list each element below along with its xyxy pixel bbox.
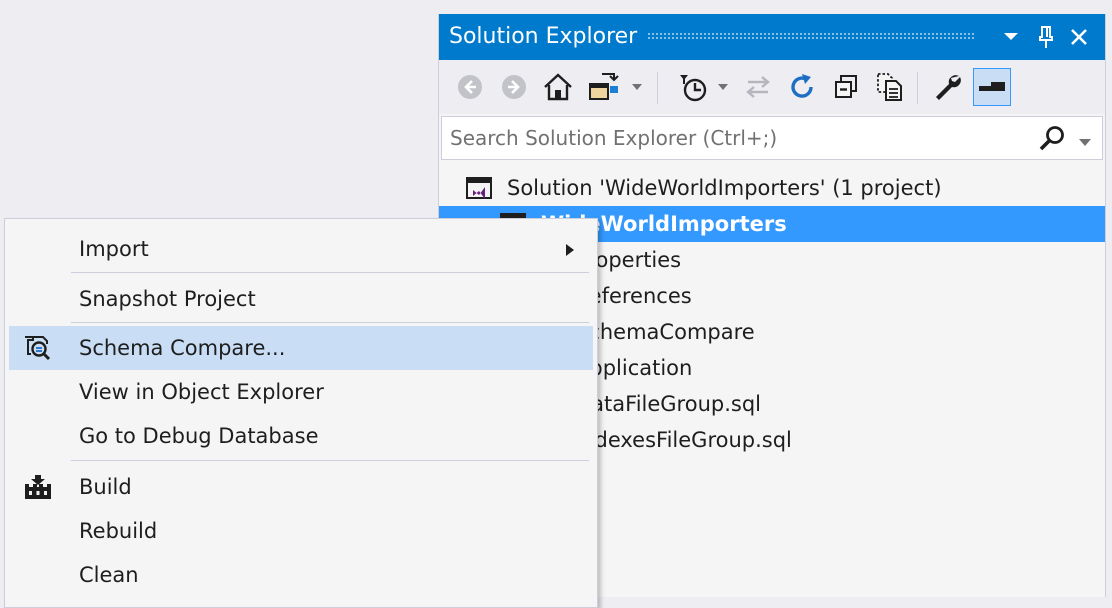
menu-item-label: Build <box>79 475 132 499</box>
schema-compare-icon <box>25 336 51 361</box>
back-arrow-icon <box>458 75 482 99</box>
menu-item-label: Snapshot Project <box>79 287 256 311</box>
close-icon <box>1071 29 1087 45</box>
toolbar-separator <box>917 72 918 104</box>
submenu-arrow-icon <box>566 244 574 256</box>
forward-button[interactable] <box>495 68 533 106</box>
menu-separator <box>71 460 589 461</box>
close-button[interactable] <box>1065 22 1093 52</box>
project-context-menu: Import Snapshot Project Schema Compare..… <box>4 218 598 608</box>
properties-button[interactable] <box>929 68 967 106</box>
dropdown-arrow-icon <box>632 84 642 90</box>
switch-views-button[interactable] <box>585 68 623 106</box>
menu-item-go-to-debug-database[interactable]: Go to Debug Database <box>9 414 593 458</box>
tree-item-label: DataFileGroup.sql <box>575 392 761 416</box>
tree-item-label: IndexesFileGroup.sql <box>575 428 792 452</box>
search-icon <box>1039 126 1064 151</box>
search-button[interactable] <box>1038 125 1066 153</box>
drag-grip[interactable] <box>647 32 975 40</box>
menu-item-view-in-object-explorer[interactable]: View in Object Explorer <box>9 370 593 414</box>
show-all-files-icon <box>877 73 902 101</box>
dropdown-arrow-icon <box>718 84 728 90</box>
preview-pane-icon <box>979 82 1005 91</box>
wrench-icon <box>936 75 961 100</box>
toolbar-separator <box>657 72 658 104</box>
solution-explorer-toolbar <box>439 60 1105 114</box>
window-position-button[interactable] <box>997 22 1025 52</box>
panel-title: Solution Explorer <box>449 24 638 49</box>
tree-item-label: SchemaCompare <box>575 320 755 344</box>
menu-item-schema-compare[interactable]: Schema Compare... <box>9 326 593 370</box>
search-box[interactable] <box>441 116 1103 160</box>
pending-changes-filter-button[interactable] <box>673 68 711 106</box>
home-icon <box>544 73 572 101</box>
dropdown-arrow-icon <box>1004 33 1018 40</box>
menu-separator <box>71 322 589 323</box>
menu-item-label: Clean <box>79 563 139 587</box>
refresh-icon <box>791 74 813 98</box>
back-button[interactable] <box>451 68 489 106</box>
forward-arrow-icon <box>502 75 526 99</box>
menu-item-label: Go to Debug Database <box>79 424 319 448</box>
menu-item-build[interactable]: Build <box>9 465 593 509</box>
menu-item-clean[interactable]: Clean <box>9 553 593 597</box>
home-button[interactable] <box>539 68 577 106</box>
clock-filter-icon <box>680 75 707 102</box>
dropdown-arrow-icon <box>1079 139 1091 146</box>
menu-item-label: Import <box>79 237 149 261</box>
menu-item-snapshot-project[interactable]: Snapshot Project <box>9 277 593 321</box>
search-options-dropdown[interactable] <box>1078 133 1092 146</box>
switch-views-dropdown[interactable] <box>631 82 643 92</box>
solution-explorer-titlebar: Solution Explorer <box>439 14 1105 60</box>
menu-item-rebuild[interactable]: Rebuild <box>9 509 593 553</box>
solution-icon <box>466 177 492 199</box>
sync-with-active-document-button[interactable] <box>739 68 777 106</box>
preview-selected-items-button[interactable] <box>973 68 1011 106</box>
menu-separator <box>71 272 589 273</box>
show-all-files-button[interactable] <box>871 68 909 106</box>
refresh-button[interactable] <box>783 68 821 106</box>
menu-item-label: Rebuild <box>79 519 158 543</box>
pending-changes-dropdown[interactable] <box>717 82 729 92</box>
tree-item-label: Solution 'WideWorldImporters' (1 project… <box>507 176 942 200</box>
pin-icon <box>1039 26 1053 48</box>
auto-hide-button[interactable] <box>1032 22 1060 52</box>
collapse-all-icon <box>835 75 857 98</box>
menu-item-label: Schema Compare... <box>79 336 286 360</box>
sync-arrows-icon <box>746 76 770 98</box>
switch-views-icon <box>589 73 619 100</box>
build-icon <box>25 475 51 499</box>
tree-item-solution[interactable]: Solution 'WideWorldImporters' (1 project… <box>439 170 1105 206</box>
menu-item-import[interactable]: Import <box>9 227 593 271</box>
search-input[interactable] <box>450 123 1030 153</box>
collapse-all-button[interactable] <box>827 68 865 106</box>
menu-item-label: View in Object Explorer <box>79 380 324 404</box>
